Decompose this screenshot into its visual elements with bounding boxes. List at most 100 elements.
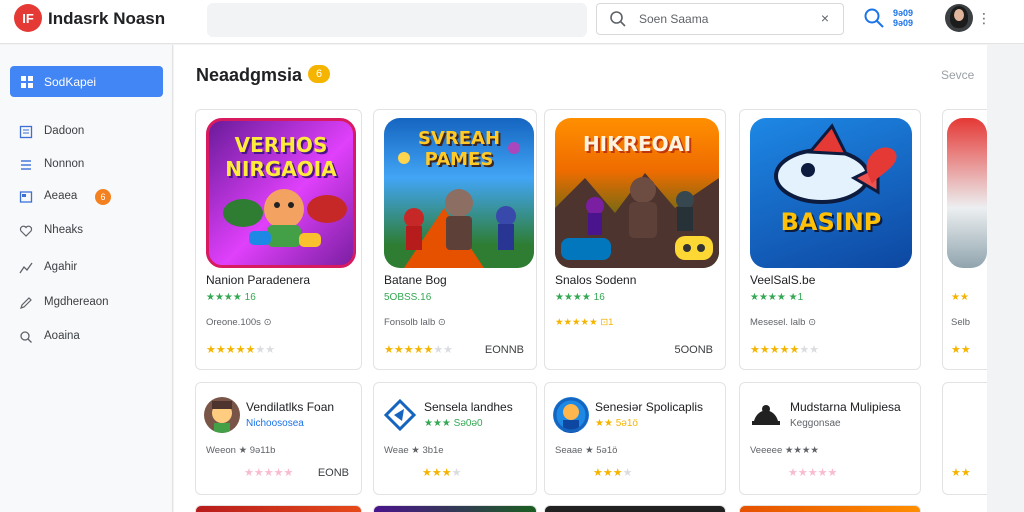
app-title: Vendilatlks Foan [246,400,335,414]
main-content: Neaadgmsia 6 Sevce VERHOS NIRGAOIA Nanio… [174,45,987,512]
app-icon [204,397,240,433]
app-meta: ★★★★★ ⊡1 [555,317,614,328]
sidebar-item-label: Mgdhereaon [44,296,109,308]
app-title: Batane Bog [384,273,447,287]
notification-badge: 6 [95,189,111,205]
game-art-title: HIKREOAI [582,132,692,156]
app-card[interactable]: ★★ [942,382,987,495]
star-rating: ★★★★★★★ [384,344,454,356]
app-rating: 5OBSS.16 [384,292,432,303]
app-rating: ★★★ Sə0ə0 [424,418,483,429]
star-rating: ★★★★ [593,467,633,479]
star-rating: ★★★★★★★ [206,344,276,356]
sidebar-item-label: Aoaina [44,330,80,342]
app-title: Indasrk Noasn [48,9,166,28]
game-art-title: SVREAH PAMES [417,128,501,170]
game-art [947,118,987,268]
menu-icon [21,160,31,170]
game-art: HIKREOAI [555,118,719,268]
app-card-peek[interactable] [373,505,537,512]
star-rating: ★★★★ [422,467,462,479]
toolbar-strip [207,3,587,37]
featured-card[interactable]: ★★ Selb ★★ [942,109,987,370]
app-icon [748,397,784,433]
see-more-link[interactable]: Sevce [941,68,974,82]
sidebar-item-4[interactable]: Nheaks [10,219,163,243]
app-rating: ★★ 5ə1ö [595,418,638,429]
app-meta: Selb [951,317,971,328]
home-icon [21,76,33,88]
app-icon [553,397,589,433]
app-card[interactable]: Senesiər Spolicaplis ★★ 5ə1ö Seaae ★ 5ə1… [544,382,726,495]
sidebar: SodKapei Dadoon Nonnon Aeaea 6 Nheaks Ag… [0,45,173,512]
app-title: Nanion Paradenera [206,273,311,287]
sidebar-item-5[interactable]: Agahir [10,256,163,280]
sidebar-item-6[interactable]: Mgdhereaon [10,291,163,315]
heart-icon [19,225,33,237]
app-meta: Oreone.100s ⊙ [206,317,272,328]
star-rating: ★★★★★★★ [750,344,820,356]
app-card-peek[interactable] [544,505,726,512]
app-meta: Veeeee ★★★★ [750,445,819,456]
sidebar-item-7[interactable]: Aoaina [10,325,163,349]
section-count-badge: 6 [308,65,330,83]
app-card-peek[interactable] [195,505,362,512]
game-art: BASINP [750,118,912,268]
list-icon [19,125,33,139]
search-icon [20,331,32,343]
sidebar-item-label: Aeaea [44,190,78,202]
featured-card[interactable]: SVREAH PAMES Batane Bog 5OBSS.16 Fonsolb… [373,109,537,370]
sidebar-item-1[interactable]: Dadoon [10,120,163,144]
app-meta: Weae ★ 3b1e [384,445,444,456]
sidebar-item-2[interactable]: Nonnon [10,153,163,177]
sidebar-item-label: Agahir [44,261,78,273]
top-bar: IF Indasrk Noasn Soen Saama × 9ə09 9ə09 … [0,0,1024,44]
app-title: Mudstarna Mulipiesa [790,400,901,414]
search-icon [610,11,626,27]
sidebar-item-active[interactable]: SodKapei [10,66,163,97]
app-title: Snalos Sodenn [555,273,637,287]
chart-icon [19,262,33,274]
sidebar-item-label: Nonnon [44,158,85,170]
app-meta: Seaae ★ 5ə1ö [555,445,618,456]
ticker-line: 9ə09 [893,8,914,18]
star-rating: ★★★★★ [244,467,294,479]
sidebar-item-label: Dadoon [44,125,85,137]
featured-card[interactable]: BASINP VeelSalS.be ★★★★ ★1 Mesesel. lalb… [739,109,921,370]
app-rating: ★★★★ ★1 [750,292,804,303]
featured-card[interactable]: VERHOS NIRGAOIA Nanion Paradenera ★★★★ 1… [195,109,362,370]
search-button-icon[interactable] [862,6,886,30]
section-title: Neaadgmsia [196,65,303,85]
app-subtitle: Keggonsae [790,418,841,429]
app-card[interactable]: Sensela landhes ★★★ Sə0ə0 Weae ★ 3b1e ★★… [373,382,537,495]
app-card[interactable]: Mudstarna Mulipiesa Keggonsae Veeeee ★★★… [739,382,921,495]
edit-icon [20,297,32,309]
app-card-peek[interactable] [739,505,921,512]
ticker-line: 9ə09 [893,18,914,28]
search-input[interactable]: Soen Saama × [596,3,844,35]
app-rating: ★★★★ 16 [206,292,256,303]
avatar[interactable] [945,4,973,32]
app-rating: ★★ [951,292,969,303]
app-meta: Weeon ★ 9ə11b [206,445,276,456]
app-title: Senesiər Spolicaplis [595,400,704,414]
app-logo[interactable]: IF [14,4,42,32]
app-price: EONNB [484,344,524,356]
app-price: 5OONB [674,344,713,356]
app-icon [382,397,418,433]
more-menu-icon[interactable]: ⋮ [977,10,991,27]
status-ticker: 9ə09 9ə09 [893,8,913,28]
game-art-title: BASINP [780,208,882,236]
featured-card[interactable]: HIKREOAI Snalos Sodenn ★★★★ 16 ★★★★★ ⊡1 … [544,109,726,370]
sidebar-item-label: SodKapei [44,75,97,89]
sidebar-item-label: Nheaks [44,224,83,236]
game-art-title: VERHOS NIRGAOIA [225,133,337,181]
card-icon [19,191,33,203]
app-title: Sensela landhes [424,400,513,414]
app-card[interactable]: Vendilatlks Foan Nichoososea Weeon ★ 9ə1… [195,382,362,495]
sidebar-item-3[interactable]: Aeaea 6 [10,185,163,209]
star-rating: ★★★★★ [788,467,838,479]
close-icon[interactable]: × [821,10,829,26]
search-placeholder: Soen Saama [639,12,709,26]
app-rating: ★★★★ 16 [555,292,605,303]
